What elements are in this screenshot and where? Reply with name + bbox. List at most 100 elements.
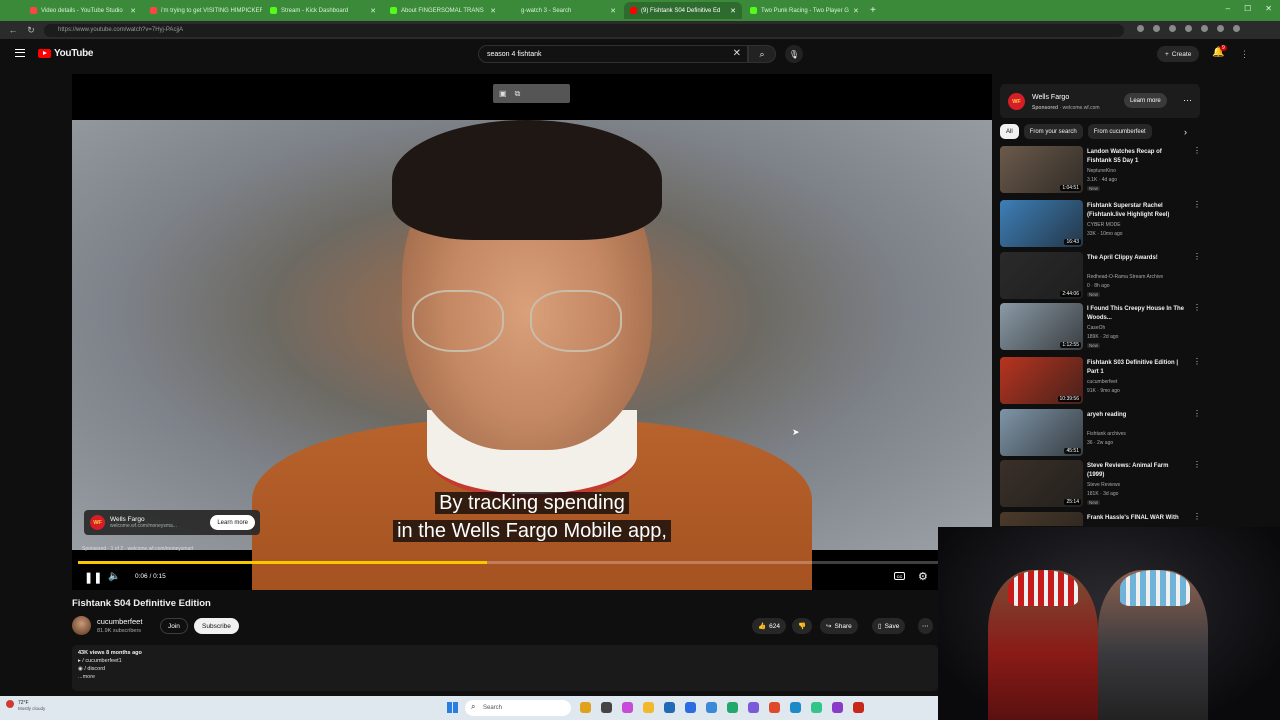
browser-tab[interactable]: Video details - YouTube Studio ✕	[24, 2, 142, 19]
extension-icon[interactable]	[1169, 25, 1176, 32]
app-icon[interactable]	[601, 702, 612, 713]
browser-tab[interactable]: g-watch 3 - Search ✕	[504, 2, 622, 19]
description-link[interactable]: ◉ / discord	[78, 666, 932, 672]
pause-icon[interactable]: ❚❚	[84, 571, 102, 584]
tab-close-icon[interactable]: ✕	[730, 7, 736, 15]
recommended-video[interactable]: 16:43 Fishtank Superstar Rachel (Fishtank…	[1000, 200, 1204, 248]
rec-more-icon[interactable]: ⋮	[1193, 252, 1201, 261]
ad-card[interactable]: WF Wells Fargo welcome.wf.com/moneysma..…	[84, 510, 260, 535]
browser-tab[interactable]: Two Punk Racing - Two Player G ✕	[744, 2, 862, 19]
create-button[interactable]: + Create	[1157, 46, 1200, 62]
weather-widget[interactable]: 72°F Mostly cloudy	[18, 700, 45, 711]
app-icon[interactable]	[748, 702, 759, 713]
show-more-link[interactable]: ...more	[78, 674, 932, 680]
back-icon[interactable]: ←	[8, 25, 18, 35]
app-icon[interactable]	[811, 702, 822, 713]
rec-more-icon[interactable]: ⋮	[1193, 512, 1201, 521]
browser-tab[interactable]: i'm trying to get VISITING HIMPICKERS✕	[144, 2, 262, 19]
tab-close-icon[interactable]: ✕	[610, 7, 616, 15]
taskbar-search[interactable]: Search	[465, 700, 571, 716]
more-actions-button[interactable]: ⋯	[918, 618, 933, 634]
volume-icon[interactable]: 🔈	[108, 571, 120, 582]
new-tab-icon[interactable]: +	[870, 5, 876, 16]
rec-video-title[interactable]: Steve Reviews: Animal Farm (1999)	[1087, 462, 1187, 480]
channel-name[interactable]: cucumberfeet	[97, 617, 142, 626]
video-thumbnail[interactable]: 1:04:51	[1000, 146, 1083, 193]
app-icon[interactable]	[832, 702, 843, 713]
video-thumbnail[interactable]: 25:14	[1000, 460, 1083, 507]
reload-icon[interactable]: ↻	[26, 25, 36, 36]
tab-close-icon[interactable]: ✕	[853, 7, 859, 15]
join-button[interactable]: Join	[160, 618, 188, 634]
app-icon[interactable]	[685, 702, 696, 713]
recommended-video[interactable]: 2:44:06 The April Clippy Awards! Redhead-O…	[1000, 252, 1204, 300]
sidebar-ad-more-icon[interactable]: ⋯	[1183, 95, 1192, 106]
tab-close-icon[interactable]: ✕	[370, 7, 376, 15]
app-icon[interactable]	[769, 702, 780, 713]
rec-channel-name[interactable]: CaseOh	[1087, 325, 1105, 331]
rec-channel-name[interactable]: Redhead-O-Rama Stream Archive	[1087, 274, 1163, 280]
rec-more-icon[interactable]: ⋮	[1193, 200, 1201, 209]
save-button[interactable]: ▯ Save	[872, 618, 906, 634]
recommended-video[interactable]: 1:12:55 I Found This Creepy House In The …	[1000, 303, 1204, 351]
rec-video-title[interactable]: Frank Hassle's FINAL WAR With	[1087, 514, 1187, 523]
rec-video-title[interactable]: aryeh reading	[1087, 411, 1187, 420]
description-link[interactable]: ▸ / cucumberfeet1	[78, 658, 932, 664]
rec-more-icon[interactable]: ⋮	[1193, 460, 1201, 469]
clear-search-icon[interactable]: ✕	[733, 48, 741, 59]
ad-controls-pill[interactable]: ▣ ⧉	[493, 84, 570, 103]
app-icon[interactable]	[580, 702, 591, 713]
windows-start-icon[interactable]	[447, 702, 458, 713]
recommended-video[interactable]: 45:51 aryeh reading Fishtank archives 36 · …	[1000, 409, 1204, 457]
rec-more-icon[interactable]: ⋮	[1193, 146, 1201, 155]
channel-avatar[interactable]	[72, 616, 91, 635]
minimize-icon[interactable]: –	[1226, 4, 1230, 13]
description-box[interactable]: 43K views 8 months ago ▸ / cucumberfeet1…	[72, 645, 938, 691]
browser-tab[interactable]: About FINGERSOMAL TRANS ✕	[384, 2, 502, 19]
browser-tab[interactable]: (9) Fishtank S04 Definitive Ed ✕	[624, 2, 742, 19]
rec-channel-name[interactable]: NeptuneKino	[1087, 168, 1116, 174]
app-icon[interactable]	[853, 702, 864, 713]
app-icon[interactable]	[727, 702, 738, 713]
chevron-right-icon[interactable]: ›	[1184, 127, 1187, 137]
folder-icon[interactable]	[643, 702, 654, 713]
rec-channel-name[interactable]: CYBER MODE	[1087, 222, 1121, 228]
rec-channel-name[interactable]: cucumberfeet	[1087, 379, 1117, 385]
tab-close-icon[interactable]: ✕	[130, 7, 136, 15]
picture-in-picture-icon[interactable]: ▣	[499, 89, 507, 98]
video-frame[interactable]	[72, 120, 992, 590]
close-window-icon[interactable]: ✕	[1265, 4, 1272, 13]
extension-icon[interactable]	[1153, 25, 1160, 32]
gear-icon[interactable]: ⚙	[918, 570, 928, 583]
recommended-video[interactable]: 1:04:51 Landon Watches Recap of Fishtank …	[1000, 146, 1204, 194]
rec-video-title[interactable]: Fishtank Superstar Rachel (Fishtank.live…	[1087, 202, 1187, 220]
video-thumbnail[interactable]: 10:39:56	[1000, 357, 1083, 404]
menu-icon[interactable]	[15, 49, 25, 57]
app-icon[interactable]	[790, 702, 801, 713]
maximize-icon[interactable]: ☐	[1244, 4, 1251, 13]
rec-channel-name[interactable]: Fishtank archives	[1087, 431, 1126, 437]
extension-icon[interactable]	[1201, 25, 1208, 32]
video-thumbnail[interactable]	[1000, 512, 1083, 526]
recommended-video[interactable]: Frank Hassle's FINAL WAR With ⋮	[1000, 512, 1204, 526]
search-input[interactable]: season 4 fishtank ✕	[478, 45, 748, 63]
voice-search-button[interactable]: 🎙	[785, 45, 803, 63]
rec-video-title[interactable]: I Found This Creepy House In The Woods..…	[1087, 305, 1187, 323]
rec-video-title[interactable]: The April Clippy Awards!	[1087, 254, 1187, 263]
dislike-button[interactable]: 👎	[792, 618, 813, 634]
more-icon[interactable]: ⋮	[1240, 49, 1249, 60]
share-button[interactable]: ↪ Share	[820, 618, 858, 634]
video-thumbnail[interactable]: 2:44:06	[1000, 252, 1083, 299]
search-button[interactable]: ⌕	[748, 45, 776, 63]
video-thumbnail[interactable]: 1:12:55	[1000, 303, 1083, 350]
filter-chip[interactable]: From your search	[1023, 124, 1083, 139]
extension-icon[interactable]	[1137, 25, 1144, 32]
progress-bar[interactable]	[78, 561, 986, 564]
recommended-video[interactable]: 10:39:56 Fishtank S03 Definitive Edition …	[1000, 357, 1204, 405]
tab-close-icon[interactable]: ✕	[490, 7, 496, 15]
ad-learn-more-button[interactable]: Learn more	[210, 515, 255, 530]
like-button[interactable]: 👍 624	[752, 618, 786, 634]
rec-more-icon[interactable]: ⋮	[1193, 409, 1201, 418]
rec-video-title[interactable]: Landon Watches Recap of Fishtank S5 Day …	[1087, 148, 1187, 166]
extension-icon[interactable]	[1185, 25, 1192, 32]
